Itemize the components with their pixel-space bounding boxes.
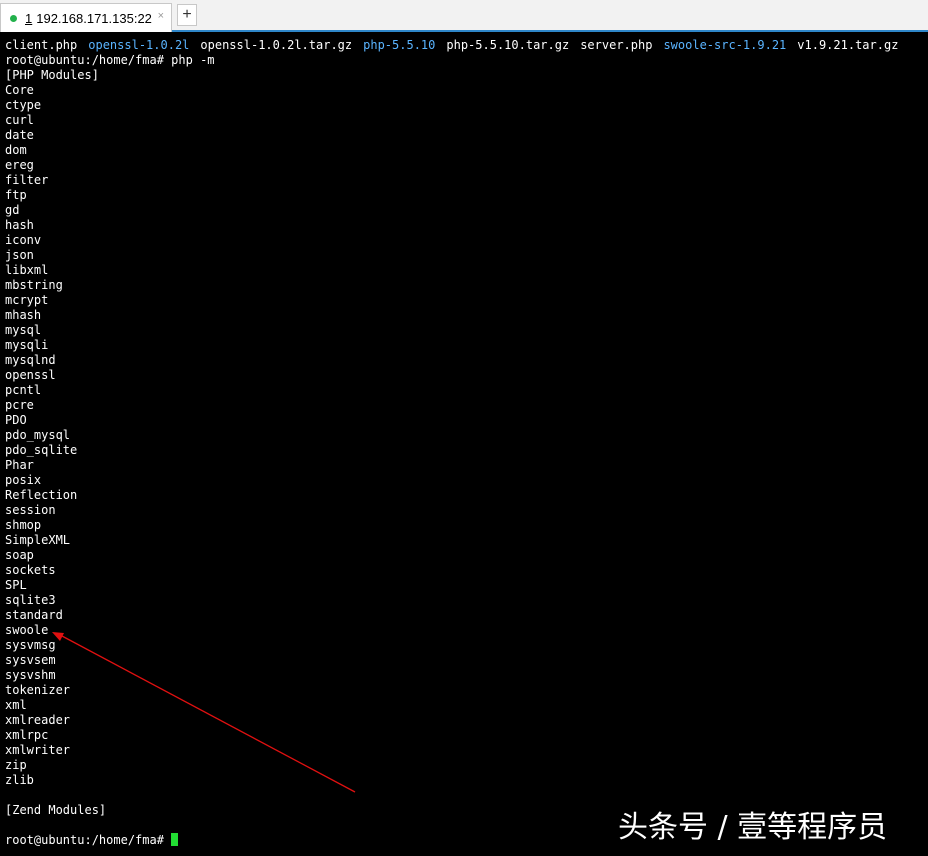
annotation-arrow [52, 632, 356, 793]
watermark: 头条号 / 壹等程序员 [618, 810, 888, 845]
